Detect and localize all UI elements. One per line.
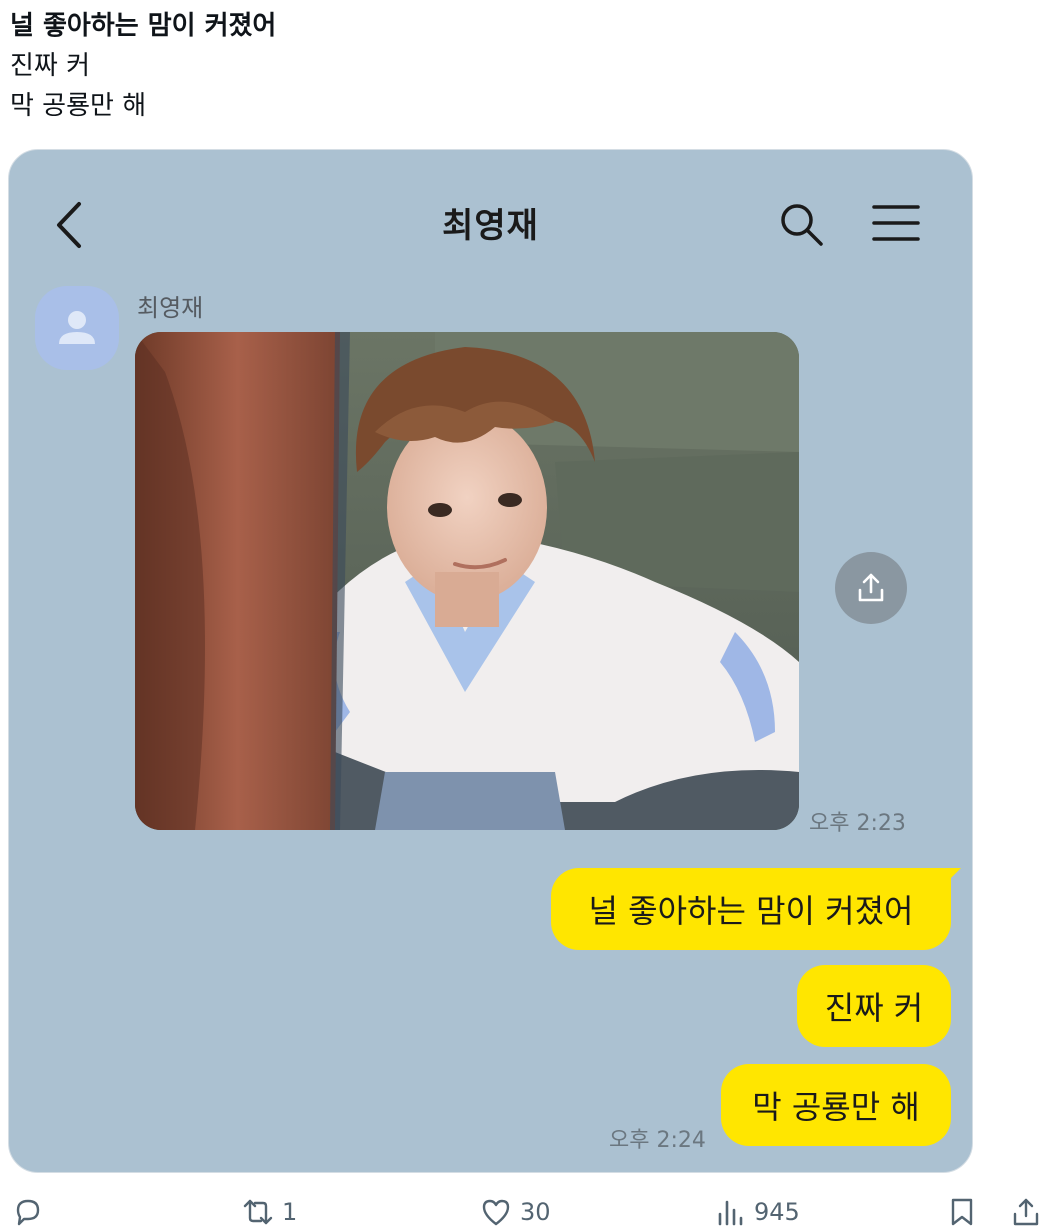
message-timestamp: 오후 2:24	[609, 1128, 706, 1153]
like-icon	[482, 1199, 510, 1226]
views-icon	[718, 1200, 743, 1226]
share-button[interactable]	[835, 552, 907, 624]
photo-timestamp: 오후 2:23	[809, 811, 906, 836]
reply-button[interactable]	[12, 1196, 52, 1228]
views-button[interactable]: 945	[714, 1196, 800, 1228]
post-line-1: 널 좋아하는 맘이 커졌어	[10, 11, 277, 41]
post-line-2: 진짜 커	[10, 51, 91, 81]
post-text: 널 좋아하는 맘이 커졌어 진짜 커 막 공룡만 해	[10, 6, 610, 126]
message-bubble[interactable]: 진짜 커	[797, 965, 951, 1047]
view-count: 945	[754, 1198, 800, 1226]
share-icon	[858, 573, 884, 602]
post-line-3: 막 공룡만 해	[10, 91, 147, 121]
retweet-count: 1	[282, 1198, 298, 1226]
share-post-button[interactable]	[1010, 1196, 1042, 1228]
menu-icon[interactable]	[871, 202, 921, 244]
chat-title: 최영재	[442, 206, 539, 246]
retweet-icon	[243, 1199, 273, 1225]
message-bubble[interactable]: 널 좋아하는 맘이 커졌어	[551, 868, 961, 950]
avatar[interactable]	[35, 286, 119, 370]
search-icon[interactable]	[777, 200, 825, 248]
message-bubble[interactable]: 막 공룡만 해	[721, 1064, 951, 1146]
avatar-person-icon	[59, 311, 95, 344]
like-count: 30	[520, 1198, 551, 1226]
sender-name: 최영재	[137, 294, 204, 322]
selfie-photo	[135, 332, 799, 830]
photo-message[interactable]	[135, 332, 799, 830]
bookmark-button[interactable]	[946, 1196, 978, 1228]
retweet-button[interactable]: 1	[242, 1196, 297, 1228]
reply-icon	[16, 1199, 40, 1226]
chat-header: 최영재	[9, 150, 972, 300]
like-button[interactable]: 30	[480, 1196, 551, 1228]
share-post-icon	[1013, 1198, 1039, 1226]
chat-screenshot[interactable]: 최영재 최영재 오후 2:23 널 좋아하는 맘이 커졌어 진짜 커 막 공룡만…	[8, 149, 973, 1173]
bookmark-icon	[951, 1198, 973, 1226]
tweet-action-bar: 1 30 945	[0, 1192, 1062, 1230]
